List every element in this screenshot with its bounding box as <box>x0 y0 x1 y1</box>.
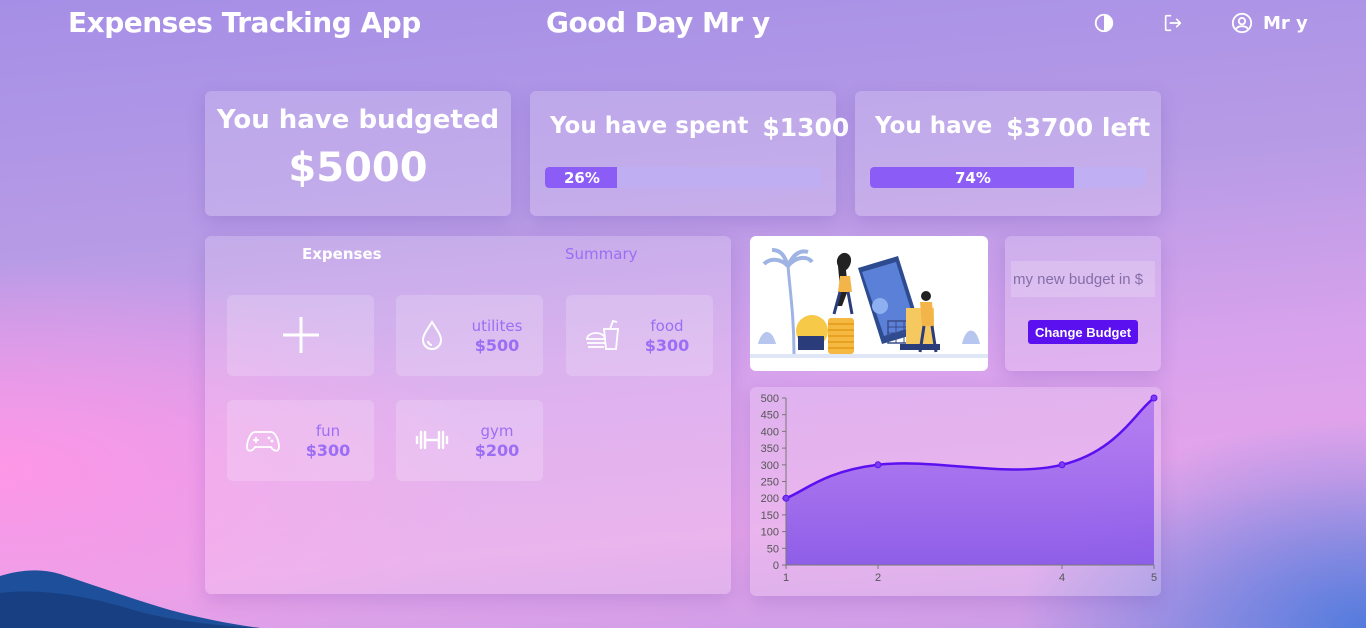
app-title: Expenses Tracking App <box>68 6 421 39</box>
category-name: gym <box>480 422 514 440</box>
user-name: Mr y <box>1263 12 1308 34</box>
expenses-chart: 0 50 100 150 200 250 300 350 400 450 500 1 2 4 5 <box>750 387 1161 596</box>
category-tile-utilites[interactable]: utilites $500 <box>396 295 543 376</box>
spent-amount: $1300 <box>762 113 850 142</box>
budget-amount: $5000 <box>288 145 428 191</box>
remaining-progress-bar: 74% <box>870 167 1146 188</box>
category-amount: $300 <box>305 441 351 460</box>
y-tick-label: 200 <box>761 493 779 505</box>
data-point <box>874 461 882 469</box>
category-name: food <box>650 317 684 335</box>
category-amount: $300 <box>644 336 690 355</box>
y-tick-label: 50 <box>767 543 779 555</box>
remaining-amount: $3700 left <box>1006 113 1151 142</box>
plus-icon <box>283 317 319 353</box>
y-tick-label: 150 <box>761 510 779 522</box>
y-tick-label: 250 <box>761 477 779 489</box>
theme-toggle-icon[interactable] <box>1093 12 1115 34</box>
data-point <box>782 494 790 502</box>
tab-expenses[interactable]: Expenses <box>302 245 382 263</box>
new-budget-card: Change Budget <box>1005 236 1161 371</box>
spent-progress-bar: 26% <box>545 167 821 188</box>
tab-summary[interactable]: Summary <box>565 245 638 263</box>
y-tick-label: 350 <box>761 443 779 455</box>
header: Expenses Tracking App Good Day Mr y Mr y <box>0 0 1366 50</box>
category-tile-fun[interactable]: fun $300 <box>227 400 374 481</box>
spent-card: You have spent $1300 26% <box>530 91 849 216</box>
budget-card: You have budgeted $5000 <box>205 91 511 216</box>
y-tick-label: 400 <box>761 426 779 438</box>
gamepad-icon <box>246 431 280 452</box>
remaining-card: You have $3700 left 74% <box>855 91 1161 216</box>
remaining-percent: 74% <box>955 169 991 187</box>
expenses-panel: Expenses Summary utilites $500 food $300… <box>205 236 731 594</box>
spent-label: You have spent <box>550 113 749 139</box>
x-tick-label: 4 <box>1059 572 1065 584</box>
x-tick-label: 1 <box>783 572 789 584</box>
water-drop-icon <box>421 320 443 350</box>
spent-percent: 26% <box>564 169 600 187</box>
data-point <box>1058 461 1066 469</box>
fast-food-icon <box>586 319 619 350</box>
category-tile-food[interactable]: food $300 <box>566 295 713 376</box>
category-name: utilites <box>471 317 523 335</box>
budget-label: You have budgeted <box>216 105 500 135</box>
line-chart-svg: 0 50 100 150 200 250 300 350 400 450 500 1 2 4 5 <box>761 393 1158 584</box>
savings-illustration <box>750 236 988 371</box>
add-expense-button[interactable] <box>227 295 374 376</box>
change-budget-button[interactable]: Change Budget <box>1028 320 1138 344</box>
y-tick-label: 0 <box>773 560 779 572</box>
chart-area <box>786 398 1154 565</box>
x-tick-label: 2 <box>875 572 881 584</box>
category-amount: $500 <box>474 336 520 355</box>
dumbbell-icon <box>415 430 449 450</box>
category-name: fun <box>315 422 341 440</box>
greeting: Good Day Mr y <box>546 6 770 39</box>
data-point <box>1150 394 1158 402</box>
category-tile-gym[interactable]: gym $200 <box>396 400 543 481</box>
user-avatar-icon <box>1231 12 1253 34</box>
y-tick-label: 100 <box>761 527 779 539</box>
logout-icon[interactable] <box>1162 12 1184 34</box>
category-amount: $200 <box>474 441 520 460</box>
remaining-label: You have <box>875 113 993 139</box>
user-menu[interactable]: Mr y <box>1231 12 1308 34</box>
y-tick-label: 500 <box>761 393 779 405</box>
y-tick-label: 300 <box>761 460 779 472</box>
y-tick-label: 450 <box>761 410 779 422</box>
x-tick-label: 5 <box>1151 572 1157 584</box>
new-budget-input[interactable] <box>1011 261 1155 297</box>
